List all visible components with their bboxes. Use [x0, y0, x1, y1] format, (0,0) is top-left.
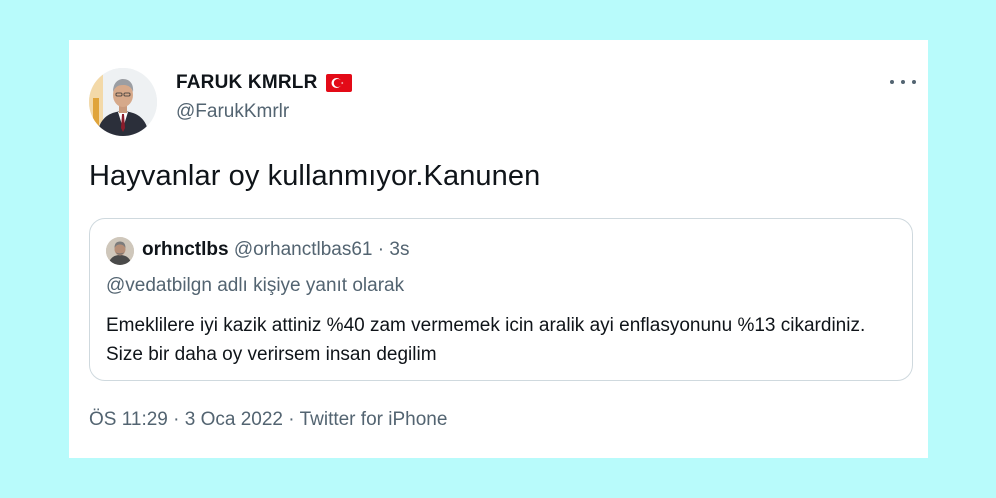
quoted-author-name[interactable]: orhnctlbs	[142, 239, 229, 260]
reply-context: @vedatbilgn adlı kişiye yanıt olarak	[106, 275, 405, 296]
tweet-source[interactable]: Twitter for iPhone	[300, 409, 448, 430]
separator: ·	[288, 409, 295, 430]
quoted-tweet[interactable]: orhnctlbs @orhanctlbas61 · 3s @vedatbilg…	[89, 218, 913, 381]
more-dot	[901, 80, 905, 84]
quoted-time[interactable]: 3s	[389, 239, 409, 260]
quoted-tweet-text: Emeklilere iyi kazik attiniz %40 zam ver…	[106, 315, 866, 365]
tweet-time[interactable]: ÖS 11:29	[89, 409, 168, 430]
turkey-flag-icon	[325, 74, 352, 92]
quoted-author-avatar[interactable]	[106, 237, 134, 265]
tweet-card: FARUK KMRLR @FarukKmrlr Hayvanlar oy kul…	[69, 40, 928, 458]
more-dot	[890, 80, 894, 84]
tweet-meta: ÖS 11:29 · 3 Oca 2022 · Twitter for iPho…	[89, 409, 447, 431]
tweet-text: Hayvanlar oy kullanmıyor.Kanunen	[89, 160, 541, 192]
author-avatar-image	[89, 68, 157, 136]
author-name-row: FARUK KMRLR	[176, 72, 352, 94]
separator: ·	[377, 239, 385, 260]
tweet-date[interactable]: 3 Oca 2022	[185, 409, 283, 430]
quoted-author-avatar-image	[106, 237, 134, 265]
quoted-header: orhnctlbs @orhanctlbas61 · 3s	[142, 239, 409, 261]
more-dot	[912, 80, 916, 84]
quoted-author-handle[interactable]: @orhanctlbas61	[234, 239, 373, 260]
separator: ·	[173, 409, 180, 430]
more-options-icon[interactable]	[890, 74, 916, 90]
author-display-name[interactable]: FARUK KMRLR	[176, 72, 318, 94]
author-avatar[interactable]	[89, 68, 157, 136]
author-handle[interactable]: @FarukKmrlr	[176, 101, 289, 123]
